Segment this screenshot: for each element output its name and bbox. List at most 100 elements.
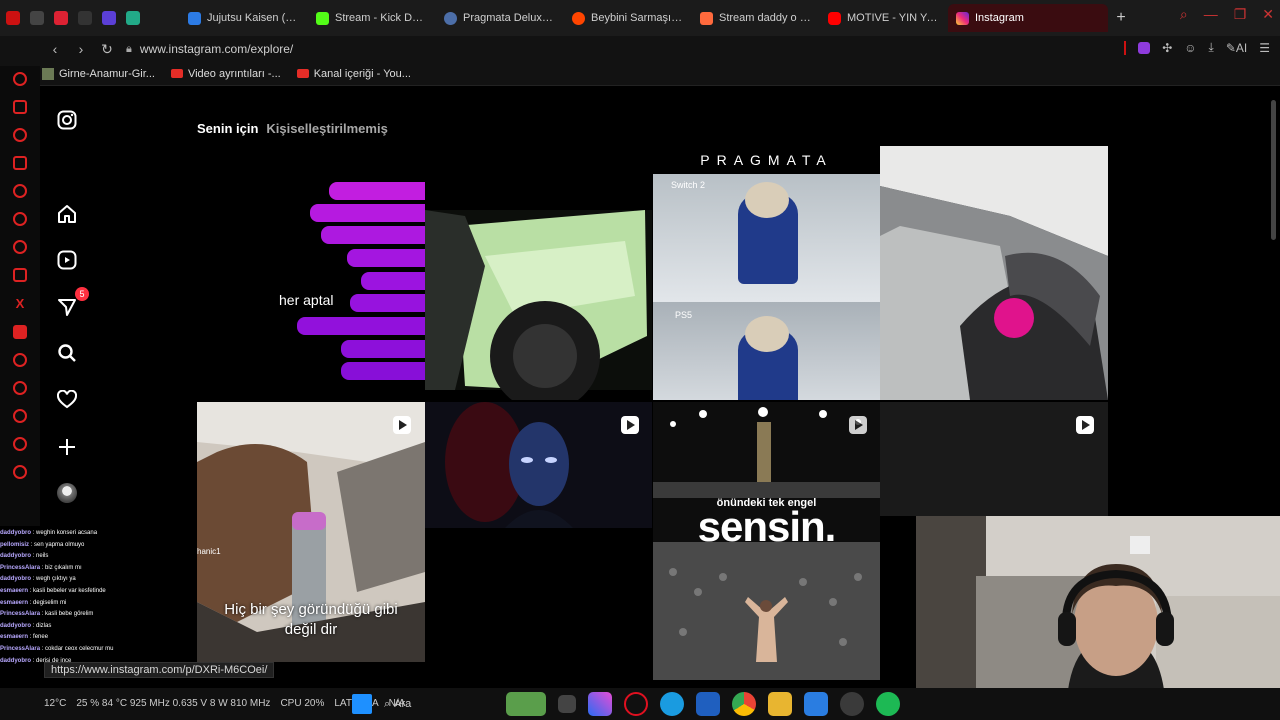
explore-post-tile[interactable]: önündeki tek engel sensin. bbox=[653, 402, 880, 680]
instagram-sidebar: 5 bbox=[46, 100, 89, 520]
post-caption-big: sensin. bbox=[697, 503, 837, 550]
chat-message: PrincessAlara : biz çıkalım mı bbox=[0, 564, 82, 571]
sidebar-toggle-icon[interactable] bbox=[30, 11, 44, 25]
sidebar-app-icon[interactable] bbox=[13, 409, 27, 423]
home-icon[interactable] bbox=[55, 202, 79, 226]
forward-icon[interactable]: › bbox=[70, 41, 92, 57]
profile-avatar[interactable] bbox=[55, 481, 79, 505]
bookmark-2[interactable]: Kanal içeriği - You... bbox=[296, 68, 411, 80]
file-explorer-icon[interactable] bbox=[768, 692, 792, 716]
reel-play-icon bbox=[1076, 416, 1094, 434]
reels-icon[interactable] bbox=[55, 248, 79, 272]
toolbar-right: ✣ ☺ ⤓ ✎AI ☰ bbox=[1124, 40, 1270, 55]
taskbar-search[interactable]: ⌕ Ara bbox=[384, 698, 494, 711]
search-icon[interactable] bbox=[55, 341, 79, 365]
tab-5[interactable]: MOTIVE - YIN YANG bbox=[820, 4, 948, 32]
download-icon[interactable]: ⤓ bbox=[1209, 40, 1214, 55]
back-icon[interactable]: ‹ bbox=[44, 41, 66, 57]
steam-icon bbox=[444, 11, 457, 25]
store-icon[interactable] bbox=[696, 692, 720, 716]
maximize-icon[interactable]: ❐ bbox=[1234, 6, 1247, 23]
explore-post-tile[interactable]: hanic1 Hiç bir şey göründüğü gibi değil … bbox=[197, 402, 425, 662]
sidebar-app-icon[interactable] bbox=[13, 72, 27, 86]
pinned-tab-icon[interactable] bbox=[54, 11, 68, 25]
instagram-logo-icon[interactable] bbox=[55, 108, 79, 132]
tab-non-personalized[interactable]: Kişiselleştirilmemiş bbox=[266, 121, 387, 136]
sidebar-app-icon[interactable] bbox=[13, 268, 27, 282]
settings-icon[interactable] bbox=[13, 465, 27, 479]
messages-icon[interactable]: 5 bbox=[55, 287, 89, 319]
reload-icon[interactable]: ↻ bbox=[96, 41, 118, 58]
chat-message: daddyobro : dizlas bbox=[0, 622, 52, 629]
menu-icon[interactable]: ☰ bbox=[1259, 41, 1270, 55]
sidebar-app-icon[interactable] bbox=[13, 240, 27, 254]
scrollbar-thumb[interactable] bbox=[1271, 100, 1276, 240]
extensions-puzzle-icon[interactable]: ✣ bbox=[1162, 41, 1172, 55]
explore-post-tile[interactable] bbox=[880, 402, 1108, 516]
explore-post-tile[interactable]: her aptal bbox=[197, 146, 425, 400]
spotify-icon[interactable] bbox=[876, 692, 900, 716]
post-title: PRAGMATA bbox=[653, 146, 880, 174]
page-scrollbar[interactable] bbox=[1270, 92, 1278, 688]
notifications-heart-icon[interactable] bbox=[55, 388, 79, 412]
edge-icon[interactable] bbox=[660, 692, 684, 716]
sidebar-app-icon[interactable] bbox=[13, 353, 27, 367]
divider bbox=[1124, 40, 1127, 55]
sidebar-app-icon[interactable] bbox=[13, 437, 27, 451]
tab-3[interactable]: Beybini Sarmaşık b bbox=[564, 4, 692, 32]
sidebar-app-icon[interactable] bbox=[13, 212, 27, 226]
close-icon[interactable]: ✕ bbox=[1262, 6, 1274, 23]
widgets-icon[interactable] bbox=[506, 692, 546, 716]
windows-taskbar: 12°C 25 % 84 °C 925 MHz 0.635 V 8 W 810 … bbox=[0, 688, 1280, 720]
tab-0[interactable]: Jujutsu Kaisen (202 bbox=[180, 4, 308, 32]
ai-button[interactable]: ✎AI bbox=[1226, 41, 1247, 55]
app-icon[interactable] bbox=[840, 692, 864, 716]
extension-icon[interactable] bbox=[1138, 41, 1151, 54]
sidebar-app-icon[interactable] bbox=[13, 325, 27, 339]
pinned-tab-icon[interactable] bbox=[78, 11, 92, 25]
opera-gx-icon[interactable] bbox=[624, 692, 648, 716]
new-tab-button[interactable]: + bbox=[1108, 9, 1134, 27]
pinned-tab-icon[interactable] bbox=[126, 11, 140, 25]
search-tabs-icon[interactable]: ⌕ bbox=[1180, 6, 1188, 23]
pinned-tab-icon[interactable] bbox=[102, 11, 116, 25]
task-view-icon[interactable] bbox=[558, 695, 576, 713]
copilot-icon[interactable] bbox=[588, 692, 612, 716]
tab-2[interactable]: Pragmata Deluxe Ed bbox=[436, 4, 564, 32]
sidebar-app-icon[interactable] bbox=[13, 184, 27, 198]
tab-for-you[interactable]: Senin için bbox=[197, 121, 258, 136]
reel-play-icon bbox=[849, 416, 867, 434]
status-link-url: https://www.instagram.com/p/DXRi-M6COei/ bbox=[44, 662, 275, 678]
browser-logo-icon[interactable] bbox=[6, 11, 20, 25]
browser-tab-strip: Jujutsu Kaisen (202 Stream - Kick Dash P… bbox=[0, 0, 1280, 36]
explore-post-tile[interactable] bbox=[880, 146, 1108, 400]
character-image bbox=[425, 402, 652, 528]
chat-message: PrincessAlara : kasli bebe görelim bbox=[0, 611, 94, 618]
tab-1[interactable]: Stream - Kick Dash bbox=[308, 4, 436, 32]
sidebar-app-icon[interactable] bbox=[13, 128, 27, 142]
bookmark-1[interactable]: Video ayrıntıları -... bbox=[170, 68, 281, 80]
lock-icon: 🔒︎ bbox=[126, 42, 132, 55]
explore-post-tile[interactable] bbox=[425, 146, 652, 400]
profile-icon[interactable]: ☺ bbox=[1184, 41, 1196, 55]
url-field[interactable]: 🔒︎ www.instagram.com/explore/ bbox=[126, 42, 293, 56]
x-icon[interactable]: X bbox=[16, 296, 25, 311]
post-caption: her aptal bbox=[279, 292, 334, 308]
tab-4[interactable]: Stream daddy o arc bbox=[692, 4, 820, 32]
minimize-icon[interactable]: — bbox=[1204, 6, 1218, 23]
explore-post-tile[interactable] bbox=[425, 402, 652, 528]
explore-post-tile[interactable]: PRAGMATA Switch 2 PS5 bbox=[653, 146, 880, 400]
app-icon[interactable] bbox=[804, 692, 828, 716]
chrome-icon[interactable] bbox=[732, 692, 756, 716]
sidebar-app-icon[interactable] bbox=[13, 156, 27, 170]
create-plus-icon[interactable] bbox=[55, 435, 79, 459]
bookmark-0[interactable]: Girne-Anamur-Gir... bbox=[42, 67, 155, 80]
sidebar-app-icon[interactable] bbox=[13, 100, 27, 114]
tab-instagram-active[interactable]: Instagram bbox=[948, 4, 1108, 32]
windows-start-icon[interactable] bbox=[352, 694, 372, 714]
browser-sidebar: X bbox=[0, 66, 40, 526]
reddit-icon bbox=[572, 11, 585, 25]
chat-message: PrincessAlara : cokdar ceox celecmur mu bbox=[0, 645, 114, 652]
comparison-bottom-frame: PS5 bbox=[653, 302, 880, 400]
sidebar-app-icon[interactable] bbox=[13, 381, 27, 395]
